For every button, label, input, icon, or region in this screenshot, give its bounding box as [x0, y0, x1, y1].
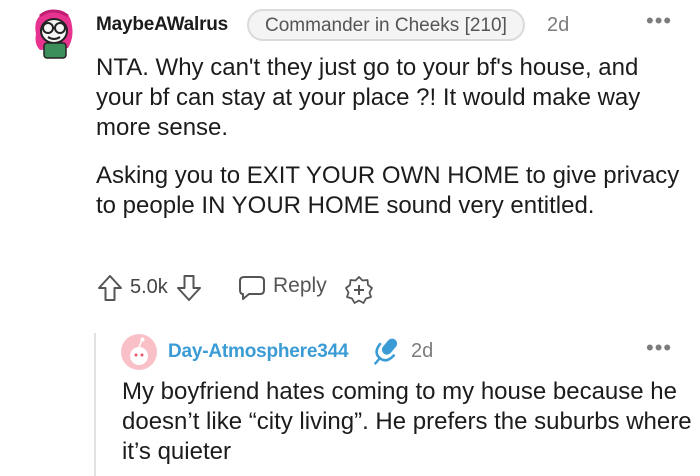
award-icon: [345, 276, 373, 304]
avatar-icon: [35, 9, 73, 59]
award-button[interactable]: [344, 275, 374, 305]
more-options-button[interactable]: •••: [646, 8, 672, 34]
more-options-button[interactable]: •••: [646, 335, 672, 361]
upvote-button[interactable]: [97, 274, 123, 302]
comment-paragraph: NTA. Why can't they just go to your bf's…: [96, 54, 641, 141]
username[interactable]: Day-Atmosphere344: [168, 341, 349, 363]
timestamp: 2d: [411, 340, 434, 362]
upvote-icon: [98, 275, 122, 301]
user-flair: Commander in Cheeks [210]: [247, 9, 525, 41]
user-avatar[interactable]: [121, 334, 157, 370]
comment-paragraph: My boyfriend hates coming to my house be…: [122, 378, 692, 465]
user-avatar[interactable]: [26, 4, 82, 60]
vote-score: 5.0k: [130, 276, 168, 298]
reply-icon: [239, 276, 265, 300]
downvote-icon: [177, 275, 201, 301]
microphone-badge: [370, 334, 400, 370]
comment-paragraph: Asking you to EXIT YOUR OWN HOME to give…: [96, 162, 680, 219]
reply-button[interactable]: [238, 275, 266, 301]
thread-line[interactable]: [94, 333, 96, 476]
timestamp: 2d: [547, 14, 570, 36]
reply-label[interactable]: Reply: [273, 274, 327, 298]
downvote-button[interactable]: [176, 274, 202, 302]
avatar-icon: [121, 334, 157, 370]
username[interactable]: MaybeAWalrus: [96, 14, 228, 36]
microphone-icon: [373, 338, 398, 366]
